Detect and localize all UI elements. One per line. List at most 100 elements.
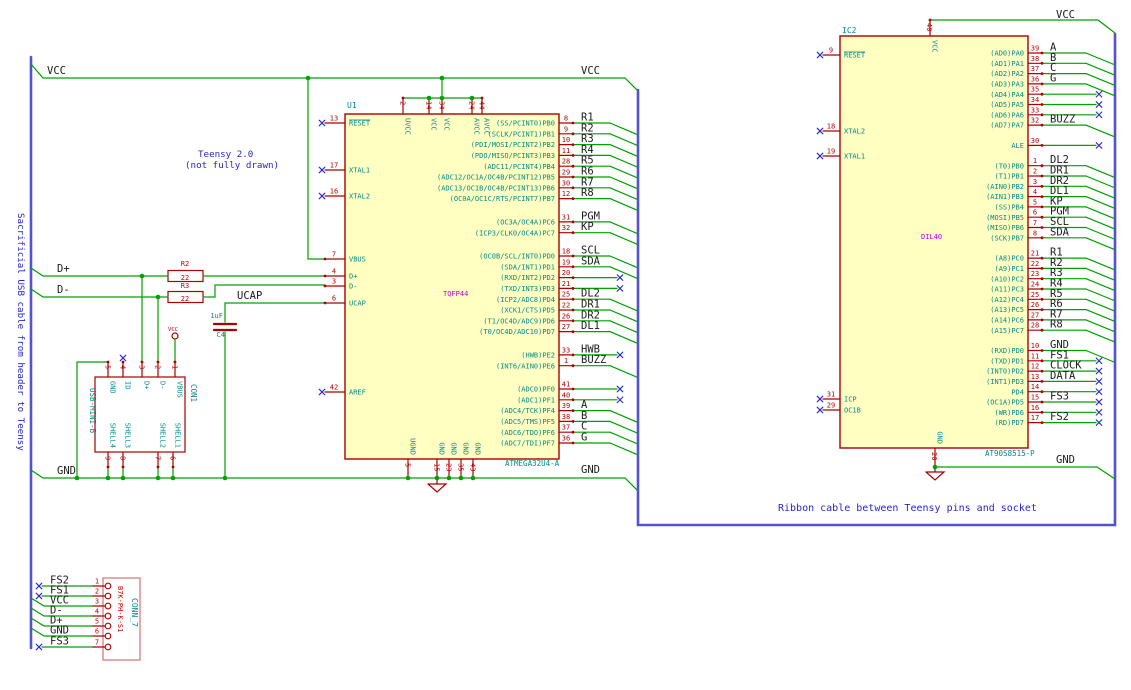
bus-entry-wire[interactable] [609, 176, 638, 190]
net-label-gnd-ic2[interactable]: GND [1056, 454, 1075, 466]
pin-end-dot [571, 197, 575, 201]
ic2-reference[interactable]: IC2 [842, 26, 857, 35]
bus-entry-wire[interactable] [1085, 329, 1115, 343]
sidebar-note[interactable]: Sacrificial USB cable from header to Tee… [15, 213, 26, 451]
net-label-vcc-left[interactable]: VCC [47, 65, 66, 77]
wire[interactable] [30, 267, 169, 277]
pin-end-dot [1040, 328, 1044, 332]
conn7-reference[interactable]: CONN_7 [130, 598, 139, 627]
usb-connector-value[interactable]: USB-MINI-B [88, 388, 97, 434]
wire[interactable] [30, 63, 638, 91]
ribbon-note[interactable]: Ribbon cable between Teensy pins and soc… [778, 503, 1037, 514]
ground-symbol[interactable] [925, 471, 946, 481]
pin-name-label: (MOSI)PB5 [986, 214, 1024, 222]
net-label: DL1 [581, 320, 600, 332]
ic2-footprint[interactable]: DIL40 [921, 233, 942, 241]
bus-entry-wire[interactable] [1085, 72, 1115, 86]
u1-reference[interactable]: U1 [347, 101, 357, 110]
bus-entry-wire[interactable] [1085, 257, 1115, 271]
bus-entry-wire[interactable] [609, 320, 638, 333]
bus-entry-wire[interactable] [609, 221, 638, 234]
connector-pin-circle [104, 612, 112, 620]
vcc-power-flag[interactable] [171, 332, 179, 340]
r2-value[interactable]: 22 [181, 274, 189, 282]
c4-reference[interactable]: C4 [217, 331, 225, 339]
c4-value[interactable]: 1uF [210, 312, 223, 320]
net-label-vcc-ic2[interactable]: VCC [1056, 9, 1075, 21]
pin-end-dot [1040, 113, 1044, 117]
ground-symbol[interactable] [427, 483, 448, 493]
pin-name-label: GND [461, 442, 469, 455]
bus-entry-wire[interactable] [609, 165, 638, 179]
bus-entry-wire[interactable] [1085, 278, 1115, 291]
usb-connector-reference[interactable]: CON1 [189, 384, 198, 402]
pin-name-label: (T0)PB0 [994, 162, 1024, 170]
bus-entry-wire[interactable] [1085, 52, 1115, 66]
bus-entry-wire[interactable] [609, 442, 638, 456]
r3-value[interactable]: 22 [181, 295, 189, 303]
wire[interactable] [30, 288, 169, 298]
wire[interactable] [929, 19, 1116, 34]
bus-entry-wire[interactable] [1085, 175, 1115, 189]
pin-name-label: GND [108, 381, 116, 394]
teensy-note-line1[interactable]: Teensy 2.0 [198, 149, 253, 160]
net-label-dminus[interactable]: D- [57, 284, 70, 296]
net-label-dplus[interactable]: D+ [57, 263, 70, 275]
bus-entry-wire[interactable] [1085, 309, 1115, 322]
teensy-note-line2[interactable]: (not fully drawn) [185, 160, 279, 171]
pin-end-dot [1040, 359, 1044, 363]
net-label-vcc-mid[interactable]: VCC [581, 65, 600, 77]
bus-entry-wire[interactable] [1085, 288, 1115, 302]
bus-entry-wire[interactable] [1085, 267, 1115, 281]
conn7-value[interactable]: B7K-PH-K-S1 [116, 586, 124, 632]
pin-number: 39 [562, 402, 570, 410]
bus-entry-wire[interactable] [1085, 206, 1115, 219]
pin-end-dot [1040, 61, 1044, 65]
vcc-power-flag-label[interactable]: VCC [168, 327, 178, 333]
net-label-ucap[interactable]: UCAP [237, 290, 262, 302]
bus-entry-wire[interactable] [1085, 62, 1115, 76]
wire[interactable] [934, 466, 1116, 480]
bus-entry-wire[interactable] [1085, 185, 1115, 199]
net-label-gnd-mid[interactable]: GND [581, 464, 600, 476]
pin-number: 4 [119, 365, 127, 369]
bus-entry-wire[interactable] [609, 154, 638, 168]
pin-number: 3 [95, 598, 99, 606]
bus-entry-wire[interactable] [609, 309, 638, 323]
u1-footprint[interactable]: TQFP44 [443, 290, 468, 298]
bus-entry-wire[interactable] [609, 198, 638, 211]
u1-part-name[interactable]: ATMEGA32U4-A [505, 459, 560, 468]
pin-name-label: GND [935, 431, 943, 444]
bus-entry-wire[interactable] [1085, 319, 1115, 332]
wire[interactable] [202, 284, 326, 298]
r3-reference[interactable]: R3 [181, 282, 189, 290]
r2-reference[interactable]: R2 [181, 260, 189, 268]
pin-name-label: (TXD/INT3)PD3 [500, 285, 555, 293]
ic2-part-name[interactable]: AT90S8515-P [985, 449, 1035, 458]
bus-entry-wire[interactable] [609, 187, 638, 200]
bus-entry-wire[interactable] [609, 298, 638, 312]
bus-entry-wire[interactable] [1085, 237, 1115, 250]
bus-entry-wire[interactable] [609, 420, 638, 434]
bus-entry-wire[interactable] [609, 122, 638, 136]
junction-dot [155, 294, 161, 300]
bus-entry-wire[interactable] [609, 255, 638, 269]
bus-entry-wire[interactable] [609, 365, 638, 378]
bus-entry-wire[interactable] [1085, 196, 1115, 209]
bus-entry-wire[interactable] [609, 431, 638, 445]
bus-entry-wire[interactable] [609, 266, 638, 279]
bus-entry-wire[interactable] [609, 144, 638, 157]
bus-entry-wire[interactable] [609, 133, 638, 146]
bus-entry-wire[interactable] [609, 410, 638, 423]
net-label-gnd-left[interactable]: GND [57, 465, 76, 477]
bus-entry-wire[interactable] [1085, 226, 1115, 240]
bus-entry-wire[interactable] [609, 331, 638, 344]
bus-entry-wire[interactable] [1085, 216, 1115, 230]
wire[interactable] [307, 77, 326, 260]
pin-name-label: RESET [349, 120, 371, 128]
bus-entry-wire[interactable] [609, 232, 638, 245]
bus-entry-wire[interactable] [1085, 165, 1115, 178]
junction-dot [932, 464, 938, 470]
bus-entry-wire[interactable] [1085, 124, 1115, 138]
bus-entry-wire[interactable] [1085, 298, 1115, 312]
